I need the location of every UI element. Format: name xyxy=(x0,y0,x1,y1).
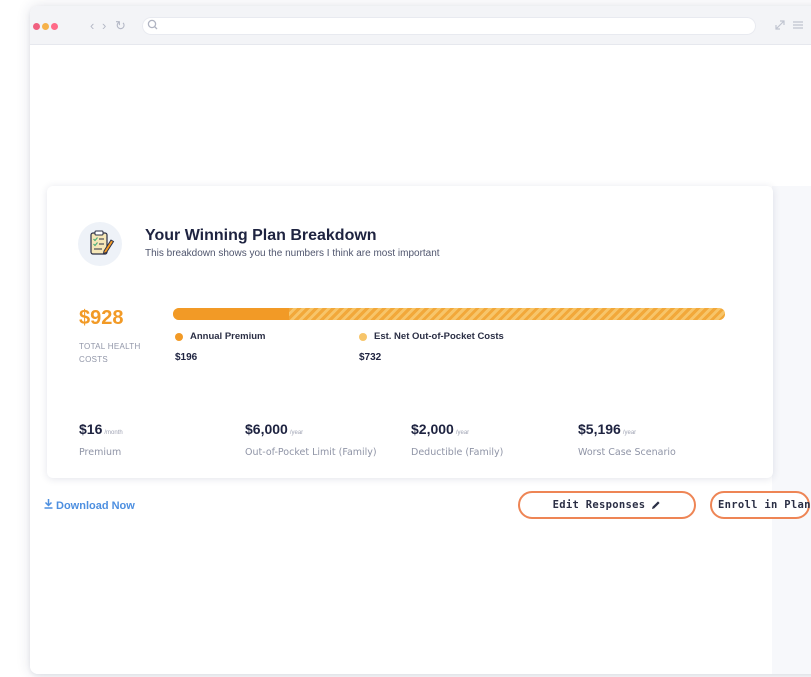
stat-out-of-pocket-limit-label: Out-of-Pocket Limit (Family) xyxy=(245,447,377,458)
close-window-dot[interactable] xyxy=(33,23,40,30)
browser-toolbar: ‹ › ↻ xyxy=(30,6,811,45)
stat-out-of-pocket-limit-amount: $6,000/year xyxy=(245,421,304,437)
total-health-costs-label: TOTAL HEALTH COSTS xyxy=(79,342,141,364)
download-now-link[interactable]: Download Now xyxy=(44,499,135,512)
download-now-label: Download Now xyxy=(56,500,135,512)
edit-responses-label: Edit Responses xyxy=(552,499,646,511)
out-of-pocket-bar-segment xyxy=(289,308,725,320)
cost-breakdown-bar xyxy=(173,308,725,320)
maximize-window-dot[interactable] xyxy=(51,23,58,30)
search-icon xyxy=(147,19,158,30)
refresh-icon[interactable]: ↻ xyxy=(115,18,126,34)
address-bar[interactable] xyxy=(142,17,756,35)
pencil-icon xyxy=(652,501,660,509)
stat-premium-amount: $16/month xyxy=(79,421,123,437)
total-health-costs-amount: $928 xyxy=(79,307,124,329)
download-icon xyxy=(44,499,53,512)
browser-window: ‹ › ↻ Your Winning Plan Breakdown This b… xyxy=(30,6,811,674)
expand-icon[interactable] xyxy=(774,19,786,31)
premium-bar-segment xyxy=(173,308,290,320)
forward-icon[interactable]: › xyxy=(102,18,106,34)
premium-legend-dot xyxy=(175,333,183,341)
edit-responses-button[interactable]: Edit Responses xyxy=(518,491,696,519)
out-of-pocket-legend-value: $732 xyxy=(359,352,382,363)
enroll-in-plan-button[interactable]: Enroll in Plan xyxy=(710,491,810,519)
out-of-pocket-legend-label: Est. Net Out-of-Pocket Costs xyxy=(374,331,504,342)
card-title: Your Winning Plan Breakdown xyxy=(145,227,377,244)
premium-legend-value: $196 xyxy=(175,352,198,363)
back-icon[interactable]: ‹ xyxy=(90,18,94,34)
stat-premium-label: Premium xyxy=(79,447,122,458)
stat-worst-case-label: Worst Case Scenario xyxy=(578,447,676,458)
menu-icon[interactable] xyxy=(792,19,804,31)
stat-deductible-amount: $2,000/year xyxy=(411,421,470,437)
card-subtitle: This breakdown shows you the numbers I t… xyxy=(145,248,440,259)
minimize-window-dot[interactable] xyxy=(42,23,49,30)
enroll-in-plan-label: Enroll in Plan xyxy=(718,499,811,511)
stat-worst-case-amount: $5,196/year xyxy=(578,421,637,437)
premium-legend-label: Annual Premium xyxy=(190,331,266,342)
out-of-pocket-legend-dot xyxy=(359,333,367,341)
clipboard-pencil-icon xyxy=(78,222,122,266)
right-panel-background xyxy=(772,186,811,674)
stat-deductible-label: Deductible (Family) xyxy=(411,447,504,458)
